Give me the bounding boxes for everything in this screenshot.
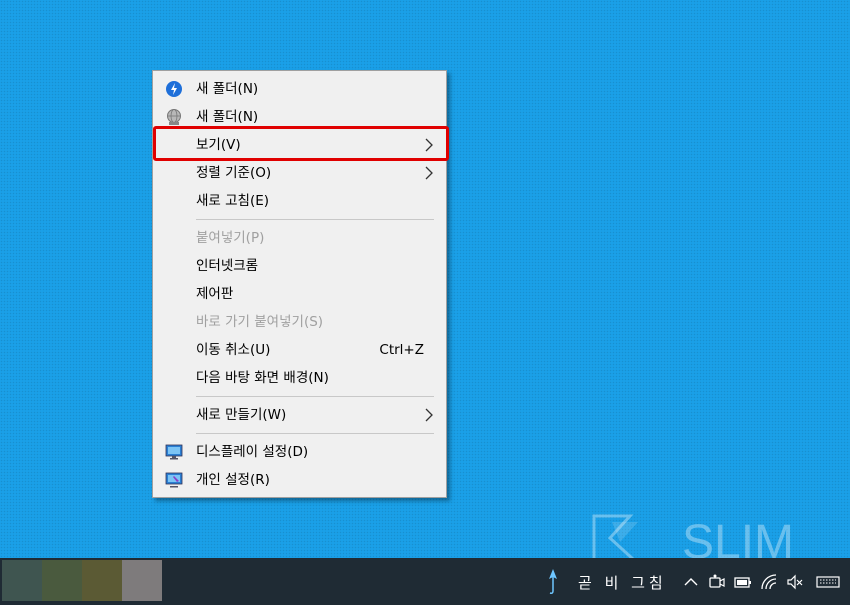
menu-item-label: 새로 고침(E) xyxy=(196,193,270,209)
taskbar-thumbnail[interactable] xyxy=(42,560,82,601)
menu-item-new-folder-2[interactable]: 새 폴더(N) xyxy=(153,103,446,131)
personalize-icon xyxy=(165,471,183,489)
menu-separator xyxy=(196,396,434,397)
menu-item-label: 정렬 기준(O) xyxy=(196,165,272,181)
menu-item-next-background[interactable]: 다음 바탕 화면 배경(N) xyxy=(153,364,446,392)
chevron-up-icon[interactable] xyxy=(682,573,700,591)
taskbar-thumbnail[interactable] xyxy=(82,560,122,601)
chevron-right-icon xyxy=(422,159,436,187)
menu-item-label: 바로 가기 붙여넣기(S) xyxy=(196,314,324,330)
menu-item-label: 보기(V) xyxy=(196,137,241,153)
menu-item-label: 디스플레이 설정(D) xyxy=(196,444,309,460)
globe-icon xyxy=(165,108,183,126)
display-icon xyxy=(165,443,183,461)
menu-item-label: 이동 취소(U) xyxy=(196,342,271,358)
meet-now-icon[interactable] xyxy=(708,573,726,591)
watermark-logo: SLIM xyxy=(590,512,850,569)
menu-item-refresh[interactable]: 새로 고침(E) xyxy=(153,187,446,215)
chevron-right-icon xyxy=(422,131,436,159)
menu-item-chrome[interactable]: 인터넷크롬 xyxy=(153,252,446,280)
menu-item-label: 다음 바탕 화면 배경(N) xyxy=(196,370,329,386)
wifi-icon[interactable] xyxy=(760,573,778,591)
blue-circle-icon xyxy=(165,80,183,98)
desktop-context-menu: 새 폴더(N) 새 폴더(N) 보기(V) 정렬 기준(O) 새로 고침(E) … xyxy=(152,70,447,498)
menu-separator xyxy=(196,219,434,220)
system-tray: 곧 비 그침 xyxy=(540,558,850,605)
menu-item-paste: 붙여넣기(P) xyxy=(153,224,446,252)
chevron-right-icon xyxy=(422,401,436,429)
menu-item-new[interactable]: 새로 만들기(W) xyxy=(153,401,446,429)
menu-item-control-panel[interactable]: 제어판 xyxy=(153,280,446,308)
menu-item-label: 붙여넣기(P) xyxy=(196,230,265,246)
menu-item-display-settings[interactable]: 디스플레이 설정(D) xyxy=(153,438,446,466)
menu-item-label: 제어판 xyxy=(196,286,234,302)
menu-item-label: 새 폴더(N) xyxy=(196,109,259,125)
speaker-muted-icon[interactable] xyxy=(786,573,804,591)
menu-item-label: 새로 만들기(W) xyxy=(196,407,287,423)
menu-item-undo-move[interactable]: 이동 취소(U) Ctrl+Z xyxy=(153,336,446,364)
menu-item-view[interactable]: 보기(V) xyxy=(153,131,446,159)
watermark-text: SLIM xyxy=(682,516,794,562)
taskbar-thumbnail[interactable] xyxy=(2,560,42,601)
keyboard-icon[interactable] xyxy=(814,573,844,591)
taskbar: 곧 비 그침 xyxy=(0,558,850,605)
menu-item-sort-by[interactable]: 정렬 기준(O) xyxy=(153,159,446,187)
menu-item-label: 인터넷크롬 xyxy=(196,258,259,274)
menu-separator xyxy=(196,433,434,434)
menu-item-new-folder-1[interactable]: 새 폴더(N) xyxy=(153,75,446,103)
menu-item-paste-shortcut: 바로 가기 붙여넣기(S) xyxy=(153,308,446,336)
menu-item-personalize[interactable]: 개인 설정(R) xyxy=(153,466,446,494)
menu-item-label: 개인 설정(R) xyxy=(196,472,270,488)
weather-text[interactable]: 곧 비 그침 xyxy=(578,572,667,593)
menu-item-shortcut: Ctrl+Z xyxy=(379,342,424,358)
umbrella-weather-icon[interactable] xyxy=(546,567,560,595)
menu-item-label: 새 폴더(N) xyxy=(196,81,259,97)
taskbar-thumbnail[interactable] xyxy=(122,560,162,601)
battery-icon[interactable] xyxy=(734,573,752,591)
